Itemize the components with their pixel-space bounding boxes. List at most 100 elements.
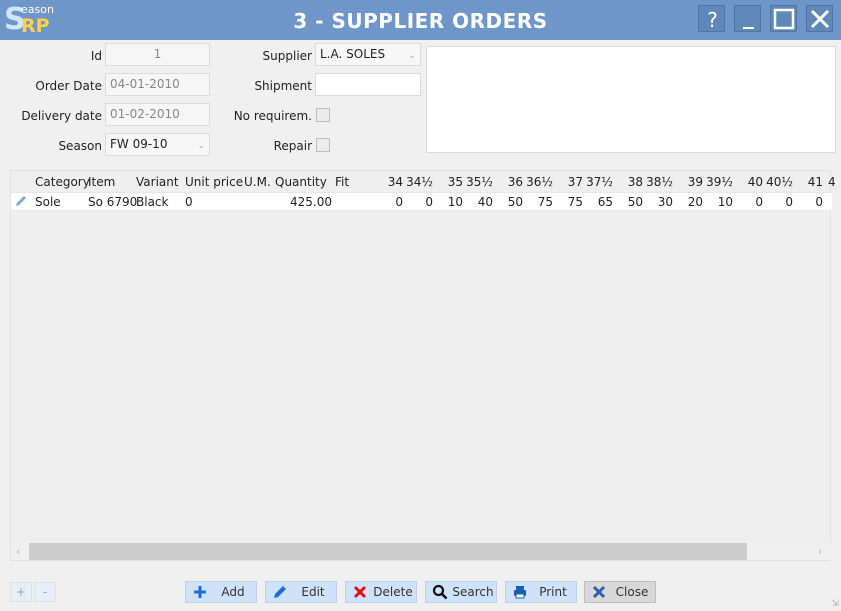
printer-icon	[514, 586, 526, 599]
pencil-icon[interactable]	[14, 194, 28, 211]
grid-header: Category Item Variant Unit price U.M. Qu…	[11, 171, 836, 193]
col-header[interactable]: 38½	[643, 175, 673, 189]
order-date-label: Order Date	[35, 79, 102, 93]
edit-button[interactable]: Edit	[265, 581, 337, 603]
notes-textarea[interactable]	[426, 46, 836, 153]
col-header[interactable]: Quantity	[275, 175, 327, 189]
season-label: Season	[58, 139, 102, 153]
remove-row-button[interactable]: -	[34, 582, 56, 602]
cell-size: 0	[395, 195, 403, 209]
title-bar: S eason RP 3 - SUPPLIER ORDERS ?	[0, 0, 841, 40]
horizontal-scrollbar[interactable]: ‹ ›	[11, 543, 832, 560]
pencil-icon	[274, 586, 286, 598]
delete-button[interactable]: Delete	[345, 581, 417, 603]
cell-size: 0	[425, 195, 433, 209]
repair-checkbox[interactable]	[316, 138, 330, 152]
repair-label: Repair	[273, 139, 312, 153]
cell-variant: Black	[136, 195, 169, 209]
scroll-left-icon[interactable]: ‹	[16, 545, 20, 558]
id-field[interactable]: 1	[105, 43, 210, 66]
id-label: Id	[90, 49, 102, 63]
supplier-value: L.A. SOLES	[320, 47, 386, 61]
plus-icon	[194, 586, 206, 598]
scroll-right-icon[interactable]: ›	[818, 545, 822, 558]
search-button[interactable]: Search	[425, 581, 497, 603]
shipment-field[interactable]	[315, 73, 421, 96]
cell-size: 0	[755, 195, 763, 209]
delivery-date-field[interactable]: 01-02-2010	[105, 103, 210, 126]
no-requirement-label: No requirem.	[233, 109, 312, 123]
cell-size: 0	[785, 195, 793, 209]
close-icon	[810, 9, 830, 29]
cell-size: 75	[567, 195, 583, 209]
table-row[interactable]: Sole So 6790 Black 0 425.00 0 0 10 40 50…	[11, 192, 832, 211]
cell-size: 30	[657, 195, 673, 209]
search-button-label: Search	[452, 585, 494, 599]
col-header[interactable]: 40½	[763, 175, 793, 189]
delete-x-icon	[353, 585, 367, 599]
col-header[interactable]: 35½	[463, 175, 493, 189]
cell-size: 50	[627, 195, 643, 209]
supplier-select[interactable]: L.A. SOLES ⌄	[315, 43, 421, 66]
maximize-button[interactable]	[770, 5, 797, 32]
col-header[interactable]: Fit	[335, 175, 349, 189]
no-requirement-checkbox[interactable]	[316, 108, 330, 122]
delivery-date-label: Delivery date	[21, 109, 102, 123]
col-header[interactable]: 36	[491, 175, 523, 189]
col-header[interactable]: 4	[828, 175, 836, 189]
help-button[interactable]: ?	[698, 5, 725, 32]
col-header[interactable]: 37½	[583, 175, 613, 189]
delete-button-label: Delete	[373, 585, 413, 599]
season-value: FW 09-10	[110, 137, 168, 151]
chevron-down-icon: ⌄	[197, 141, 205, 151]
col-header[interactable]: U.M.	[244, 175, 271, 189]
order-lines-grid: Category Item Variant Unit price U.M. Qu…	[10, 170, 836, 561]
col-header[interactable]: 34	[371, 175, 403, 189]
cell-category: Sole	[35, 195, 61, 209]
col-header[interactable]: 39	[671, 175, 703, 189]
scrollbar-thumb[interactable]	[29, 543, 747, 560]
col-header[interactable]: Variant	[136, 175, 179, 189]
svg-text:?: ?	[707, 8, 718, 32]
col-header[interactable]: 38	[611, 175, 643, 189]
cell-size: 50	[507, 195, 523, 209]
col-header[interactable]: Category	[35, 175, 90, 189]
cell-size: 75	[537, 195, 553, 209]
edit-button-label: Edit	[301, 585, 325, 599]
col-header[interactable]: 41	[793, 175, 823, 189]
shipment-label: Shipment	[254, 79, 312, 93]
add-button[interactable]: Add	[185, 581, 257, 603]
cell-item: So 6790	[88, 195, 138, 209]
col-header[interactable]: Unit price	[185, 175, 243, 189]
minimize-icon	[743, 27, 754, 29]
add-row-button[interactable]: +	[10, 582, 32, 602]
add-button-label: Add	[221, 585, 245, 599]
search-icon	[432, 584, 448, 600]
cell-size: 0	[815, 195, 823, 209]
chevron-down-icon: ⌄	[408, 51, 416, 61]
cell-quantity: 425.00	[290, 195, 332, 209]
col-header[interactable]: 40	[731, 175, 763, 189]
cell-size: 10	[717, 195, 733, 209]
bottom-toolbar: + - Add Edit Delete Search Print Close	[0, 578, 841, 606]
col-header[interactable]: 37	[551, 175, 583, 189]
cell-unit-price: 0	[185, 195, 193, 209]
cell-size: 10	[447, 195, 463, 209]
print-button-label: Print	[539, 585, 567, 599]
col-header[interactable]: 39½	[703, 175, 733, 189]
close-button[interactable]: Close	[584, 581, 656, 603]
col-header[interactable]: 35	[431, 175, 463, 189]
close-icon	[592, 585, 606, 599]
print-button[interactable]: Print	[505, 581, 577, 603]
close-button-label: Close	[615, 585, 649, 599]
resize-grip-icon[interactable]: ⇲	[831, 599, 839, 609]
order-date-field[interactable]: 04-01-2010	[105, 73, 210, 96]
cell-size: 20	[687, 195, 703, 209]
cell-size: 65	[597, 195, 613, 209]
close-window-button[interactable]	[806, 5, 833, 32]
col-header[interactable]: 36½	[523, 175, 553, 189]
col-header[interactable]: Item	[88, 175, 115, 189]
minimize-button[interactable]	[734, 5, 761, 32]
col-header[interactable]: 34½	[403, 175, 433, 189]
season-select[interactable]: FW 09-10 ⌄	[105, 133, 210, 156]
